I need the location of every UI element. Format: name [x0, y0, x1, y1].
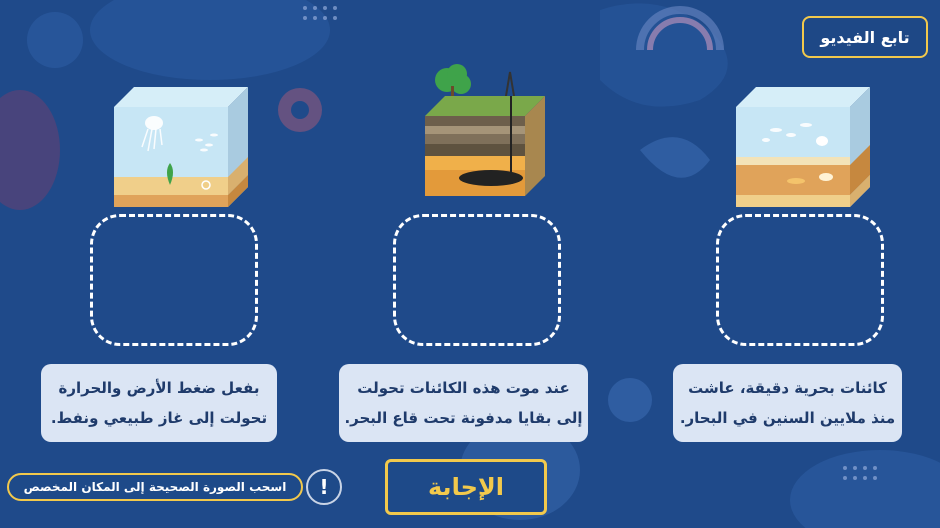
dropzone-middle[interactable] [393, 214, 561, 346]
card-right-line1: كائنات بحرية دقيقة، عاشت [688, 379, 887, 397]
dropzone-left[interactable] [90, 214, 258, 346]
info-icon[interactable]: ! [306, 469, 342, 505]
card-middle: عند موت هذه الكائنات تحولت إلى بقايا مدف… [339, 364, 588, 442]
card-right: كائنات بحرية دقيقة، عاشت منذ ملايين السن… [673, 364, 902, 442]
dropzone-right[interactable] [716, 214, 884, 346]
card-right-line2: منذ ملايين السنين في البحار. [679, 409, 896, 427]
sea-tank-sediment-icon[interactable] [736, 85, 870, 210]
sea-tank-jellyfish-icon[interactable] [114, 85, 248, 210]
hint-instruction: اسحب الصورة الصحيحة إلى المكان المخصص [7, 473, 303, 501]
answer-button[interactable]: الإجابة [385, 459, 547, 515]
card-left-line2: تحولت إلى غاز طبيعي ونفط. [50, 409, 268, 427]
card-middle-line2: إلى بقايا مدفونة تحت قاع البحر. [344, 409, 583, 427]
card-left-line1: بفعل ضغط الأرض والحرارة [58, 379, 260, 397]
card-left: بفعل ضغط الأرض والحرارة تحولت إلى غاز طب… [41, 364, 277, 442]
card-middle-line1: عند موت هذه الكائنات تحولت [357, 379, 570, 397]
oil-rig-soil-layers-icon[interactable] [425, 62, 545, 200]
follow-video-button[interactable]: تابع الفيديو [802, 16, 928, 58]
